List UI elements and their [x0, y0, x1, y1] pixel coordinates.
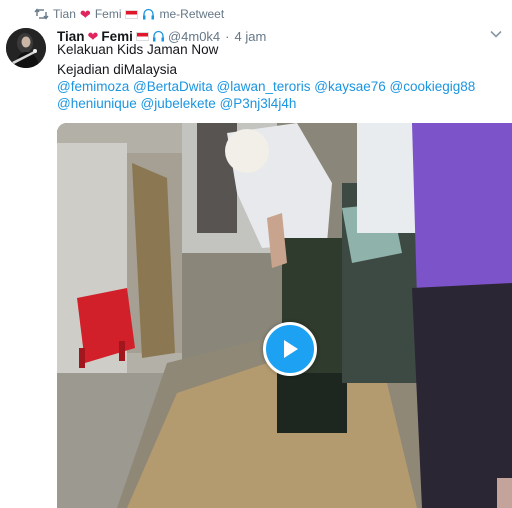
retweeter-name-second[interactable]: Femi — [95, 7, 122, 21]
play-button[interactable] — [263, 322, 317, 376]
indonesia-flag-icon — [135, 31, 149, 41]
retweeter-name-first[interactable]: Tian — [53, 7, 76, 21]
mention-link[interactable]: @cookiegig88 — [390, 79, 476, 94]
mention-link[interactable]: @femimoza — [57, 79, 129, 94]
mention-link[interactable]: @kaysae76 — [314, 79, 386, 94]
tweet-card[interactable]: Tian ❤ Femi me-Retweet Tian ❤ Femi @4m0k… — [0, 0, 512, 508]
video-thumbnail — [57, 123, 512, 508]
mention-link[interactable]: @P3nj3l4j4h — [220, 96, 297, 111]
tweet-text-line2: Kejadian diMalaysia — [57, 62, 178, 77]
mentions-line2: @heniunique @jubelekete @P3nj3l4j4h — [57, 96, 296, 111]
retweet-suffix: me-Retweet — [159, 7, 225, 21]
tweet-timestamp[interactable]: 4 jam — [235, 29, 267, 44]
play-icon — [280, 338, 300, 360]
avatar[interactable] — [6, 28, 46, 68]
separator-dot: · — [225, 28, 230, 44]
video-player[interactable] — [57, 123, 512, 508]
indonesia-flag-icon — [125, 9, 139, 19]
chevron-down-icon[interactable] — [490, 30, 502, 38]
heart-emoji-icon: ❤ — [79, 6, 91, 22]
mention-link[interactable]: @heniunique — [57, 96, 137, 111]
retweet-context: Tian ❤ Femi me-Retweet — [34, 4, 224, 24]
mention-link[interactable]: @BertaDwita — [133, 79, 213, 94]
mention-link[interactable]: @jubelekete — [141, 96, 216, 111]
headphone-emoji-icon — [152, 30, 165, 43]
headphone-emoji-icon — [142, 8, 155, 21]
tweet-text-line1: Kelakuan Kids Jaman Now — [57, 42, 219, 57]
retweet-icon — [34, 8, 49, 20]
mentions-line1: @femimoza @BertaDwita @lawan_teroris @ka… — [57, 79, 475, 94]
heart-emoji-icon: ❤ — [87, 28, 99, 44]
mention-link[interactable]: @lawan_teroris — [217, 79, 311, 94]
